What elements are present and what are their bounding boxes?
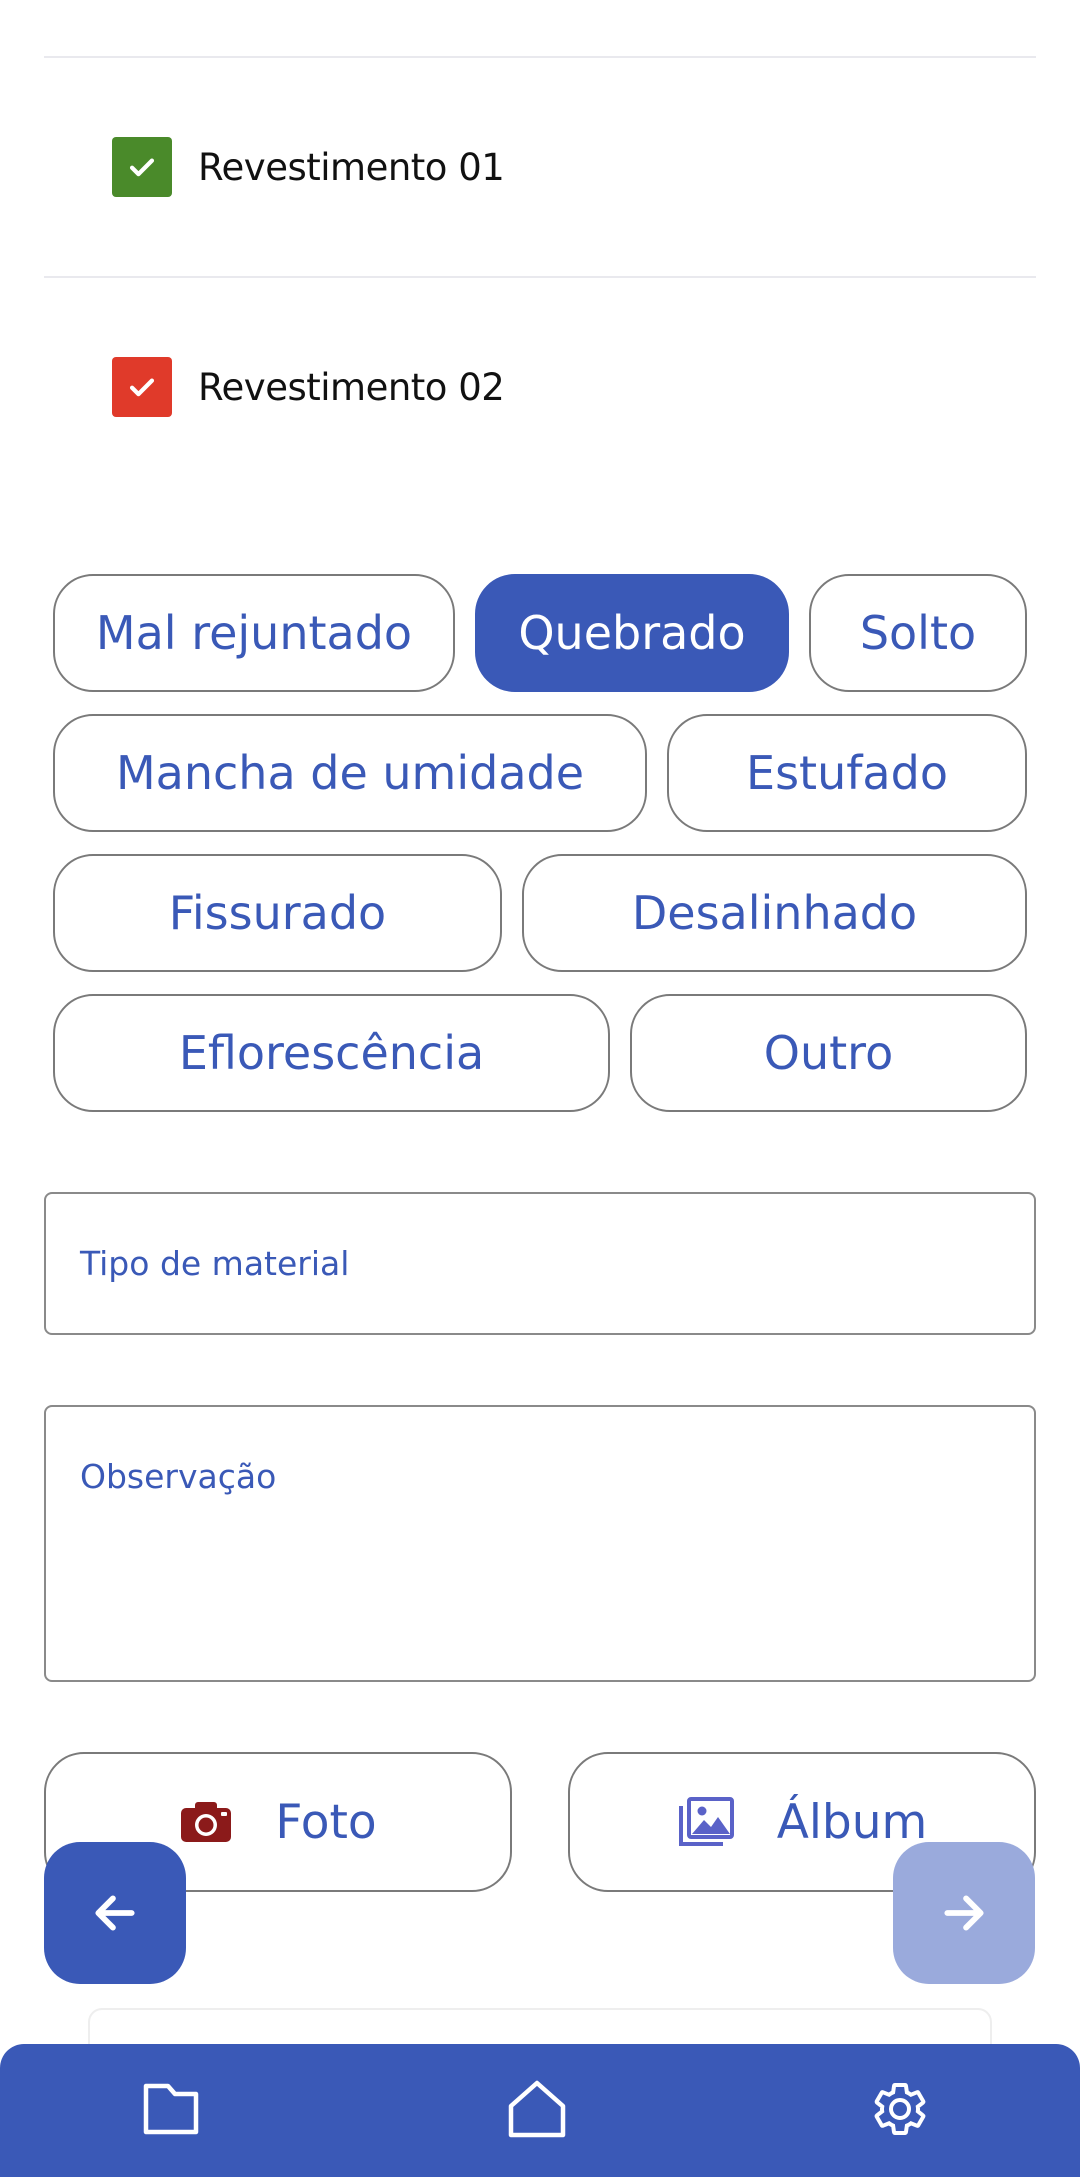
back-button[interactable] <box>44 1842 186 1984</box>
next-button[interactable] <box>893 1842 1035 1984</box>
home-icon <box>508 2080 566 2138</box>
checklist-item-label: Revestimento 01 <box>198 145 505 189</box>
gear-icon <box>874 2083 926 2135</box>
nav-home-button[interactable] <box>502 2074 572 2144</box>
checkbox-checked-green[interactable] <box>112 137 172 197</box>
checklist-item-revestimento-02[interactable]: Revestimento 02 <box>112 357 505 417</box>
checklist-item-revestimento-01[interactable]: Revestimento 01 <box>112 137 505 197</box>
top-divider <box>44 56 1036 58</box>
material-type-field[interactable]: Tipo de material <box>44 1192 1036 1335</box>
chip-mal-rejuntado[interactable]: Mal rejuntado <box>53 574 455 692</box>
camera-icon <box>181 1802 232 1842</box>
checklist-item-label: Revestimento 02 <box>198 365 505 409</box>
image-gallery-icon <box>678 1797 734 1846</box>
checkmark-icon <box>129 158 155 177</box>
checkbox-checked-red[interactable] <box>112 357 172 417</box>
album-button-label: Álbum <box>776 1794 928 1850</box>
arrow-left-icon <box>95 1895 135 1931</box>
chip-outro[interactable]: Outro <box>630 994 1027 1112</box>
folder-icon <box>143 2083 199 2135</box>
chip-quebrado[interactable]: Quebrado <box>475 574 789 692</box>
chip-mancha-de-umidade[interactable]: Mancha de umidade <box>53 714 647 832</box>
chip-eflorescencia[interactable]: Eflorescência <box>53 994 610 1112</box>
nav-files-button[interactable] <box>136 2074 206 2144</box>
checklist-divider <box>44 276 1036 278</box>
chip-fissurado[interactable]: Fissurado <box>53 854 502 972</box>
nav-settings-button[interactable] <box>865 2074 935 2144</box>
checkmark-icon <box>129 378 155 397</box>
photo-button-label: Foto <box>275 1794 377 1850</box>
observation-label: Observação <box>80 1457 277 1496</box>
material-type-label: Tipo de material <box>80 1244 350 1283</box>
chip-estufado[interactable]: Estufado <box>667 714 1027 832</box>
chip-solto[interactable]: Solto <box>809 574 1027 692</box>
bottom-navigation-bar <box>0 2044 1080 2177</box>
arrow-right-icon <box>944 1895 984 1931</box>
chip-desalinhado[interactable]: Desalinhado <box>522 854 1027 972</box>
observation-field[interactable]: Observação <box>44 1405 1036 1682</box>
